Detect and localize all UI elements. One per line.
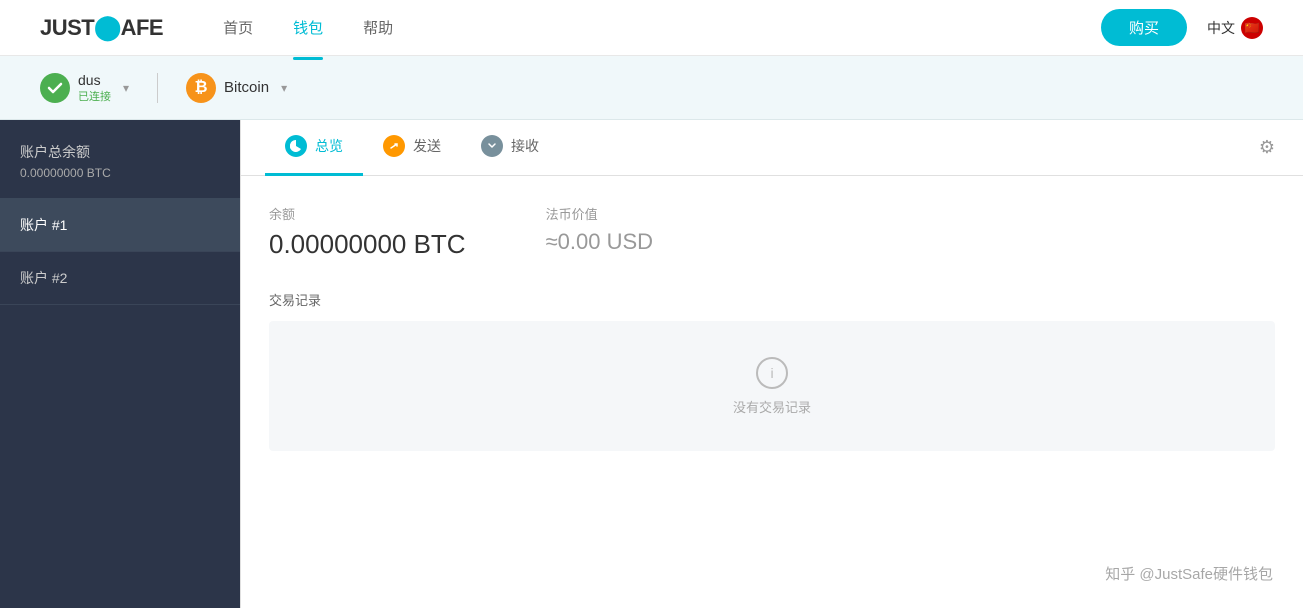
sidebar-account-1[interactable]: 账户 #1 [0, 199, 240, 252]
overview-tab-label: 总览 [315, 136, 343, 156]
send-tab-icon [383, 135, 405, 157]
sidebar-account-2[interactable]: 账户 #2 [0, 252, 240, 305]
sidebar-total: 账户总余额 0.00000000 BTC [0, 120, 240, 199]
tx-empty-text: 没有交易记录 [733, 397, 811, 416]
nav-help[interactable]: 帮助 [363, 13, 393, 42]
logo-text: JUST⬤AFE [40, 13, 163, 42]
tab-bar: 总览 发送 接收 ⚙ [241, 120, 1303, 176]
bitcoin-icon: ₿ [186, 73, 216, 103]
lang-label: 中文 [1207, 18, 1235, 38]
logo: JUST⬤AFE [40, 13, 163, 42]
sub-header: dus 已连接 ▾ ₿ Bitcoin ▾ [0, 56, 1303, 120]
tx-empty-state: i 没有交易记录 [269, 321, 1275, 451]
receive-tab-label: 接收 [511, 136, 539, 156]
fiat-label: 法币价值 [546, 204, 653, 223]
tx-label: 交易记录 [269, 290, 1275, 309]
tx-section: 交易记录 i 没有交易记录 [269, 290, 1275, 451]
balance-section: 余额 0.00000000 BTC 法币价值 ≈0.00 USD [269, 204, 1275, 260]
tab-receive[interactable]: 接收 [461, 120, 559, 176]
flag-icon: 🇨🇳 [1241, 17, 1263, 39]
device-chevron-icon: ▾ [123, 81, 129, 95]
overview-tab-icon [285, 135, 307, 157]
sidebar-total-label: 账户总余额 [20, 142, 220, 162]
header-right: 购买 中文 🇨🇳 [1101, 9, 1263, 46]
device-status-icon [40, 73, 70, 103]
coin-name: Bitcoin [224, 79, 269, 96]
fiat-value: ≈0.00 USD [546, 229, 653, 255]
lang-selector[interactable]: 中文 🇨🇳 [1207, 17, 1263, 39]
tab-overview[interactable]: 总览 [265, 120, 363, 176]
header: JUST⬤AFE 首页 钱包 帮助 购买 中文 🇨🇳 [0, 0, 1303, 56]
device-name: dus [78, 72, 111, 88]
balance-label: 余额 [269, 204, 466, 223]
balance-block: 余额 0.00000000 BTC [269, 204, 466, 260]
nav-wallet[interactable]: 钱包 [293, 13, 323, 42]
coin-chevron-icon: ▾ [281, 81, 287, 95]
logo-dot: ⬤ [94, 14, 120, 41]
content-panel: 总览 发送 接收 ⚙ [240, 120, 1303, 608]
tab-send[interactable]: 发送 [363, 120, 461, 176]
overview-panel: 余额 0.00000000 BTC 法币价值 ≈0.00 USD 交易记录 i … [241, 176, 1303, 608]
sidebar-total-amount: 0.00000000 BTC [20, 166, 220, 180]
divider-1 [157, 73, 158, 103]
sidebar: 账户总余额 0.00000000 BTC 账户 #1 账户 #2 [0, 120, 240, 608]
device-selector[interactable]: dus 已连接 ▾ [40, 72, 129, 104]
coin-selector[interactable]: ₿ Bitcoin ▾ [186, 73, 287, 103]
settings-icon[interactable]: ⚙ [1259, 137, 1279, 158]
main-layout: 账户总余额 0.00000000 BTC 账户 #1 账户 #2 总览 [0, 120, 1303, 608]
buy-button[interactable]: 购买 [1101, 9, 1187, 46]
fiat-block: 法币价值 ≈0.00 USD [546, 204, 653, 260]
info-icon: i [756, 357, 788, 389]
main-nav: 首页 钱包 帮助 [223, 13, 1101, 42]
balance-value: 0.00000000 BTC [269, 229, 466, 260]
nav-home[interactable]: 首页 [223, 13, 253, 42]
device-info: dus 已连接 [78, 72, 111, 104]
send-tab-label: 发送 [413, 136, 441, 156]
receive-tab-icon [481, 135, 503, 157]
device-status-text: 已连接 [78, 88, 111, 104]
